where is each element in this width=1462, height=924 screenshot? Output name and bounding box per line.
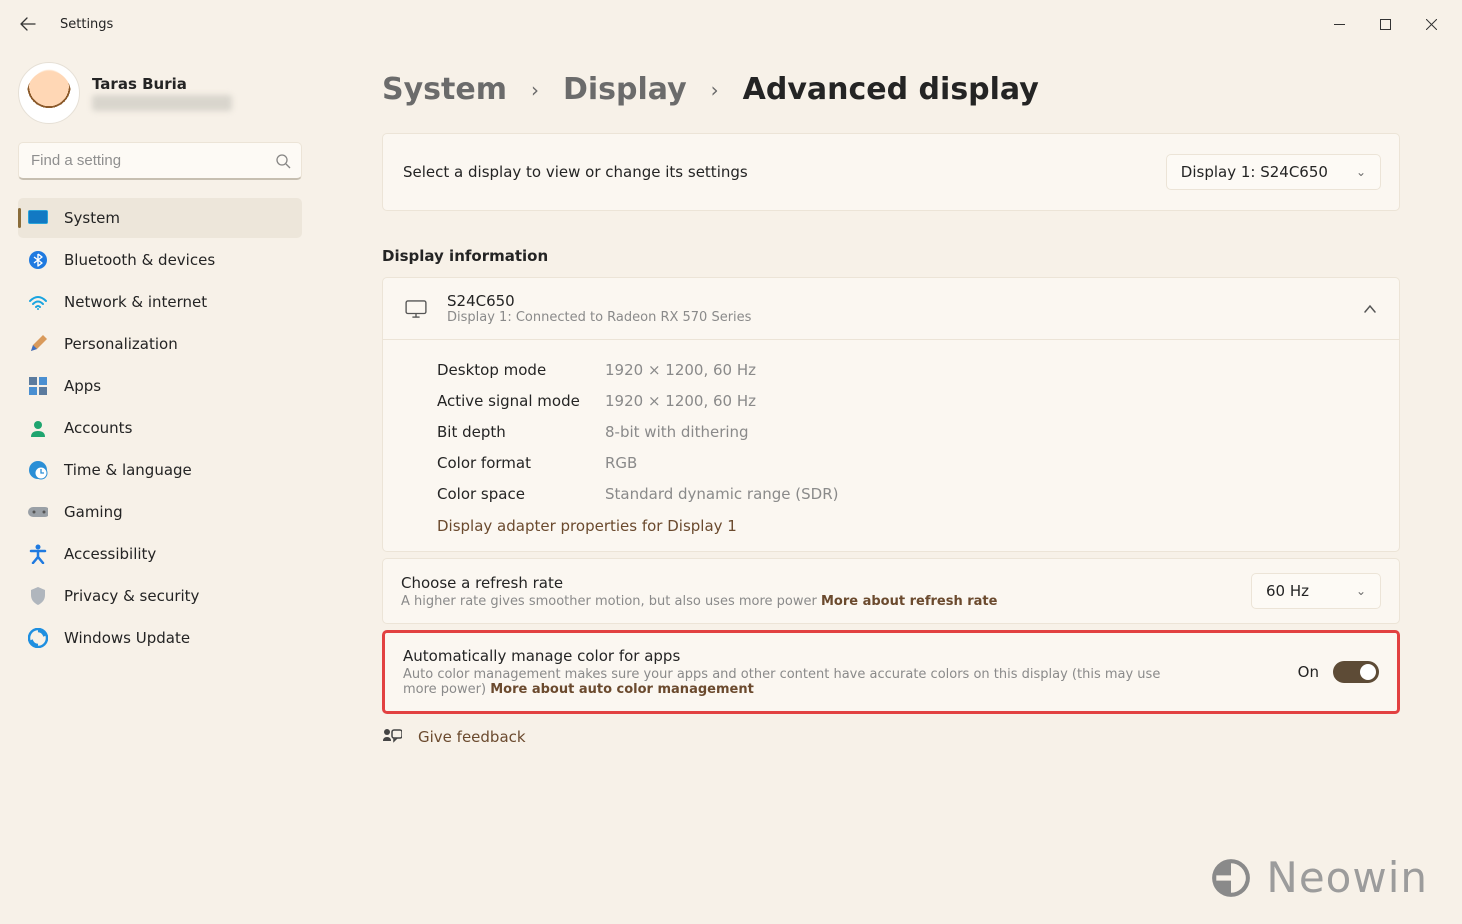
display-info-header[interactable]: S24C650 Display 1: Connected to Radeon R… <box>383 278 1399 340</box>
sidebar-item-label: Time & language <box>64 461 192 479</box>
search-input[interactable] <box>29 151 275 170</box>
main-content: System › Display › Advanced display Sele… <box>320 48 1462 924</box>
chevron-right-icon: › <box>711 78 719 102</box>
sidebar-item-label: Network & internet <box>64 293 207 311</box>
titlebar: Settings <box>0 0 1462 48</box>
maximize-button[interactable] <box>1362 4 1408 44</box>
system-icon <box>28 208 48 228</box>
close-icon <box>1426 19 1437 30</box>
nav: System Bluetooth & devices Network & int… <box>18 198 302 658</box>
auto-color-toggle[interactable] <box>1333 661 1379 683</box>
sidebar-item-apps[interactable]: Apps <box>18 366 302 406</box>
info-row: Desktop mode1920 × 1200, 60 Hz <box>437 354 1377 385</box>
window-controls <box>1316 4 1454 44</box>
refresh-rate-title: Choose a refresh rate <box>401 574 997 592</box>
sidebar-item-update[interactable]: Windows Update <box>18 618 302 658</box>
paintbrush-icon <box>28 334 48 354</box>
sidebar-item-bluetooth[interactable]: Bluetooth & devices <box>18 240 302 280</box>
profile-block[interactable]: Taras Buria <box>18 62 302 124</box>
sidebar-item-label: Personalization <box>64 335 178 353</box>
avatar <box>18 62 80 124</box>
apps-icon <box>28 376 48 396</box>
sidebar-item-label: Apps <box>64 377 101 395</box>
maximize-icon <box>1380 19 1391 30</box>
select-display-prompt: Select a display to view or change its s… <box>403 163 748 181</box>
arrow-left-icon <box>20 16 36 32</box>
accessibility-icon <box>28 544 48 564</box>
section-display-information: Display information <box>382 247 1400 265</box>
close-button[interactable] <box>1408 4 1454 44</box>
chevron-down-icon: ⌄ <box>1356 165 1366 179</box>
sidebar-item-label: Gaming <box>64 503 123 521</box>
monitor-icon <box>405 300 427 318</box>
display-selector-value: Display 1: S24C650 <box>1181 163 1328 181</box>
refresh-rate-value: 60 Hz <box>1266 582 1309 600</box>
auto-color-title: Automatically manage color for apps <box>403 647 1183 665</box>
sidebar-item-accounts[interactable]: Accounts <box>18 408 302 448</box>
display-info-body: Desktop mode1920 × 1200, 60 Hz Active si… <box>383 340 1399 551</box>
give-feedback-link[interactable]: Give feedback <box>382 728 1400 746</box>
sidebar-item-label: Bluetooth & devices <box>64 251 215 269</box>
breadcrumb: System › Display › Advanced display <box>382 72 1400 107</box>
wifi-icon <box>28 292 48 312</box>
refresh-rate-more-link[interactable]: More about refresh rate <box>821 594 997 609</box>
gamepad-icon <box>28 502 48 522</box>
sidebar-item-label: Windows Update <box>64 629 190 647</box>
chevron-up-icon <box>1363 302 1377 316</box>
sidebar-item-personalization[interactable]: Personalization <box>18 324 302 364</box>
display-name: S24C650 <box>447 292 1343 310</box>
shield-icon <box>28 586 48 606</box>
sidebar-item-accessibility[interactable]: Accessibility <box>18 534 302 574</box>
adapter-properties-link[interactable]: Display adapter properties for Display 1 <box>437 517 1377 535</box>
back-button[interactable] <box>8 4 48 44</box>
feedback-icon <box>382 728 402 746</box>
sidebar-item-privacy[interactable]: Privacy & security <box>18 576 302 616</box>
minimize-icon <box>1334 19 1345 30</box>
info-row: Color formatRGB <box>437 447 1377 478</box>
search-box[interactable] <box>18 142 302 180</box>
display-connection: Display 1: Connected to Radeon RX 570 Se… <box>447 310 1343 325</box>
refresh-rate-dropdown[interactable]: 60 Hz ⌄ <box>1251 573 1381 609</box>
refresh-rate-card: Choose a refresh rate A higher rate give… <box>382 558 1400 624</box>
search-icon <box>275 153 291 169</box>
display-selector-dropdown[interactable]: Display 1: S24C650 ⌄ <box>1166 154 1381 190</box>
crumb-system[interactable]: System <box>382 72 507 107</box>
chevron-right-icon: › <box>531 78 539 102</box>
profile-email-redacted <box>92 95 232 111</box>
sidebar-item-time[interactable]: Time & language <box>18 450 302 490</box>
display-info-card: S24C650 Display 1: Connected to Radeon R… <box>382 277 1400 552</box>
info-row: Color spaceStandard dynamic range (SDR) <box>437 478 1377 509</box>
info-row: Active signal mode1920 × 1200, 60 Hz <box>437 385 1377 416</box>
minimize-button[interactable] <box>1316 4 1362 44</box>
auto-color-management-card: Automatically manage color for apps Auto… <box>382 630 1400 714</box>
sidebar-item-label: Accessibility <box>64 545 156 563</box>
sidebar-item-network[interactable]: Network & internet <box>18 282 302 322</box>
profile-name: Taras Buria <box>92 75 232 93</box>
person-icon <box>28 418 48 438</box>
auto-color-toggle-label: On <box>1298 663 1319 681</box>
sidebar: Taras Buria System Bluetooth & devices N… <box>0 48 320 924</box>
info-row: Bit depth8-bit with dithering <box>437 416 1377 447</box>
crumb-display[interactable]: Display <box>563 72 687 107</box>
select-display-card: Select a display to view or change its s… <box>382 133 1400 211</box>
sidebar-item-gaming[interactable]: Gaming <box>18 492 302 532</box>
sidebar-item-label: Accounts <box>64 419 132 437</box>
feedback-label: Give feedback <box>418 728 526 746</box>
update-icon <box>28 628 48 648</box>
auto-color-more-link[interactable]: More about auto color management <box>490 682 754 697</box>
bluetooth-icon <box>28 250 48 270</box>
clock-globe-icon <box>28 460 48 480</box>
sidebar-item-label: Privacy & security <box>64 587 199 605</box>
page-title: Advanced display <box>743 72 1039 107</box>
sidebar-item-label: System <box>64 209 120 227</box>
auto-color-desc: Auto color management makes sure your ap… <box>403 667 1183 697</box>
chevron-down-icon: ⌄ <box>1356 584 1366 598</box>
app-title: Settings <box>60 17 113 32</box>
refresh-rate-desc: A higher rate gives smoother motion, but… <box>401 594 997 609</box>
sidebar-item-system[interactable]: System <box>18 198 302 238</box>
